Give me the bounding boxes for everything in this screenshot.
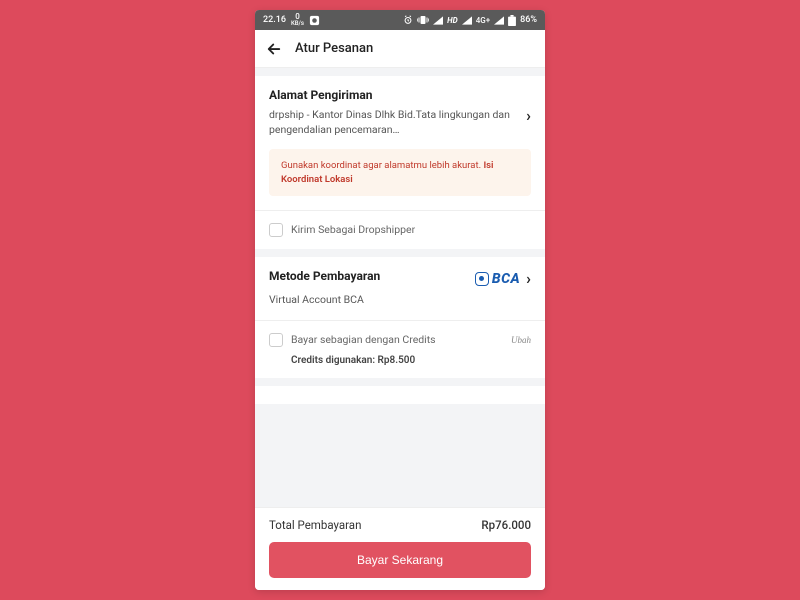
credits-checkbox[interactable] (269, 333, 283, 347)
chevron-right-icon: › (526, 271, 531, 287)
total-amount: Rp76.000 (481, 518, 531, 532)
status-time: 22.16 (263, 15, 286, 25)
dropshipper-checkbox[interactable] (269, 223, 283, 237)
phone-frame: 22.16 0 KB/s HD 4G+ (255, 10, 545, 590)
total-label: Total Pembayaran (269, 518, 361, 532)
checkout-footer: Total Pembayaran Rp76.000 Bayar Sekarang (255, 507, 545, 590)
credits-used-text: Credits digunakan: Rp8.500 (269, 347, 531, 366)
credits-change-link[interactable]: Ubah (511, 335, 531, 345)
bca-logo-icon: BCA (475, 271, 520, 287)
vibrate-icon (417, 15, 429, 25)
status-hd: HD (447, 16, 458, 25)
app-bar: Atur Pesanan (255, 30, 545, 68)
address-heading: Alamat Pengiriman (269, 88, 531, 102)
dropshipper-label: Kirim Sebagai Dropshipper (291, 223, 415, 236)
status-battery: 86% (520, 15, 537, 25)
page-title: Atur Pesanan (295, 41, 373, 56)
address-card: Alamat Pengiriman drpship - Kantor Dinas… (255, 76, 545, 249)
payment-heading: Metode Pembayaran (269, 269, 380, 283)
alarm-icon (403, 15, 413, 25)
dropshipper-row[interactable]: Kirim Sebagai Dropshipper (269, 211, 531, 237)
camera-icon (309, 15, 320, 26)
cutoff-card (255, 386, 545, 404)
content-scroll[interactable]: Alamat Pengiriman drpship - Kantor Dinas… (255, 68, 545, 507)
back-icon[interactable] (265, 40, 283, 58)
credits-label: Bayar sebagian dengan Credits (291, 333, 436, 346)
credits-row[interactable]: Bayar sebagian dengan Credits (269, 333, 436, 347)
payment-subtitle: Virtual Account BCA (269, 293, 531, 306)
signal3-icon (494, 16, 504, 25)
address-row[interactable]: drpship - Kantor Dinas Dlhk Bid.Tata lin… (269, 108, 531, 137)
status-bar: 22.16 0 KB/s HD 4G+ (255, 10, 545, 30)
address-text: drpship - Kantor Dinas Dlhk Bid.Tata lin… (269, 108, 518, 137)
signal2-icon (462, 16, 472, 25)
signal-icon (433, 16, 443, 25)
status-netspeed: 0 KB/s (291, 13, 304, 27)
payment-method-button[interactable]: BCA › (475, 271, 531, 287)
banner-text: Gunakan koordinat agar alamatmu lebih ak… (281, 160, 483, 171)
battery-icon (508, 15, 516, 26)
status-net: 4G+ (476, 16, 490, 25)
pay-now-button[interactable]: Bayar Sekarang (269, 542, 531, 578)
coordinate-banner[interactable]: Gunakan koordinat agar alamatmu lebih ak… (269, 149, 531, 196)
chevron-right-icon: › (526, 108, 531, 124)
payment-card: Metode Pembayaran BCA › Virtual Account … (255, 257, 545, 378)
